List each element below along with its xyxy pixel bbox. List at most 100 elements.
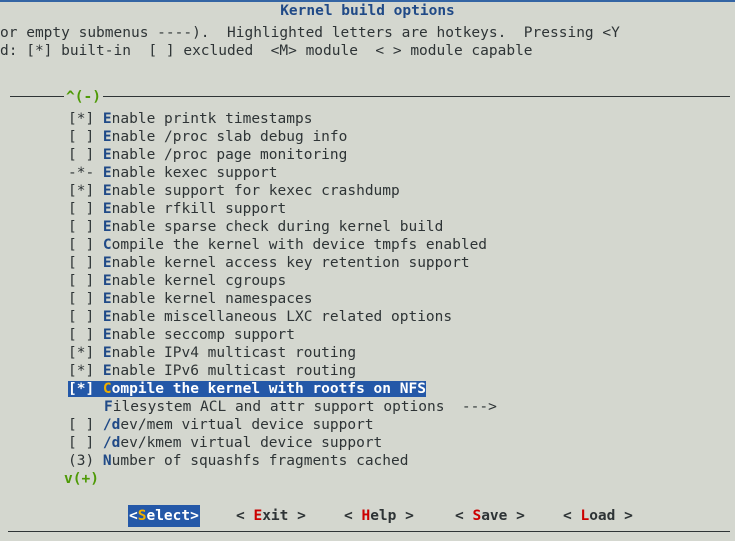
menu-item-marker[interactable]: [ ] (68, 201, 103, 217)
select-button[interactable]: <Select> (128, 505, 200, 527)
help-button[interactable]: < Help > (344, 505, 414, 527)
menu-item-marker[interactable]: -*- (68, 165, 103, 181)
menu-item-content: [ ] Enable miscellaneous LXC related opt… (68, 309, 452, 325)
menu-item-label: ilesystem ACL and attr support options (112, 399, 445, 415)
menu-item-hotkey: E (102, 165, 112, 181)
menu-item-marker[interactable]: [ ] (68, 309, 103, 325)
menu-item-hotkey: E (102, 111, 112, 127)
submenu-arrow-icon: ---> (444, 399, 497, 415)
menu-item[interactable]: [ ] Compile the kernel with device tmpfs… (0, 236, 735, 254)
menu-item-content: [ ] Enable /proc slab debug info (68, 129, 347, 145)
menu-item[interactable]: [*] Enable printk timestamps (0, 110, 735, 128)
menu-item-marker[interactable]: [ ] (68, 255, 103, 271)
menu-item[interactable]: [ ] Enable rfkill support (0, 200, 735, 218)
menu-item[interactable]: [*] Enable IPv6 multicast routing (0, 362, 735, 380)
menu-item-hotkey: E (102, 201, 112, 217)
menu-item-marker[interactable]: [*] (68, 381, 103, 397)
menu-item[interactable]: [ ] Enable seccomp support (0, 326, 735, 344)
button-close-bracket: > (190, 508, 199, 524)
menu-item-marker[interactable]: [ ] (68, 237, 103, 253)
menu-item-content: [ ] /dev/mem virtual device support (68, 417, 374, 433)
menu-item-hotkey: E (102, 147, 112, 163)
menu-item-hotkey: /d (102, 435, 121, 451)
menu-item-marker[interactable]: [ ] (68, 417, 103, 433)
button-label: elp (370, 508, 397, 524)
menu-item-content: [*] Compile the kernel with rootfs on NF… (68, 381, 426, 397)
button-close-bracket: > (507, 508, 525, 524)
scroll-down-indicator[interactable]: v(+) (64, 470, 99, 488)
menu-item-marker[interactable]: [ ] (68, 219, 103, 235)
menu-item-hotkey: E (102, 129, 112, 145)
menu-item-hotkey: E (102, 327, 112, 343)
menu-item-content: [ ] Enable kernel namespaces (68, 291, 312, 307)
menu-item[interactable]: [ ] Enable kernel access key retention s… (0, 254, 735, 272)
menu-item[interactable]: [*] Enable IPv4 multicast routing (0, 344, 735, 362)
menu-item-marker[interactable]: [ ] (68, 291, 103, 307)
button-label: xit (262, 508, 289, 524)
menu-item[interactable]: [*] Compile the kernel with rootfs on NF… (0, 380, 735, 398)
menu-item-marker[interactable]: [ ] (68, 435, 103, 451)
page-title: Kernel build options (280, 3, 455, 19)
menu-item-content: [*] Enable support for kexec crashdump (68, 183, 400, 199)
menu-item[interactable]: Filesystem ACL and attr support options … (0, 398, 735, 416)
menu-item-marker[interactable]: (3) (68, 453, 103, 469)
menu-item[interactable]: [ ] Enable kernel namespaces (0, 290, 735, 308)
menu-frame-top-border (10, 96, 730, 97)
menu-item[interactable]: [ ] Enable miscellaneous LXC related opt… (0, 308, 735, 326)
menu-item[interactable]: [ ] /dev/mem virtual device support (0, 416, 735, 434)
menu-item-marker[interactable]: [*] (68, 111, 103, 127)
menu-item-hotkey: E (102, 291, 112, 307)
button-label: oad (589, 508, 616, 524)
menu-item[interactable]: [ ] Enable /proc page monitoring (0, 146, 735, 164)
legend-text-line: rch. Legend: [*] built-in [ ] excluded <… (0, 43, 533, 59)
menu-item-marker[interactable]: [ ] (68, 147, 103, 163)
menu-item-hotkey: E (102, 219, 112, 235)
menu-item-label: ompile the kernel with rootfs on NFS (111, 381, 426, 397)
menu-item-content: [ ] Enable rfkill support (68, 201, 286, 217)
save-button[interactable]: < Save > (455, 505, 525, 527)
menu-item[interactable]: [ ] Enable /proc slab debug info (0, 128, 735, 146)
menu-item[interactable]: [*] Enable support for kexec crashdump (0, 182, 735, 200)
menu-item-label: nable sparse check during kernel build (111, 219, 444, 235)
menu-item-hotkey: N (102, 453, 112, 469)
menu-item-content: [*] Enable IPv4 multicast routing (68, 345, 356, 361)
menu-item-label: nable seccomp support (111, 327, 295, 343)
button-label: elect (146, 508, 191, 524)
menu-item-content: [ ] Enable seccomp support (68, 327, 295, 343)
menu-item-marker[interactable]: [*] (68, 345, 103, 361)
menu-item-marker[interactable]: [ ] (68, 327, 103, 343)
button-hotkey: H (361, 508, 371, 524)
button-label: ave (481, 508, 508, 524)
exit-button[interactable]: < Exit > (236, 505, 306, 527)
menu-item-content: [ ] Enable kernel access key retention s… (68, 255, 470, 271)
window-bottom-border (8, 531, 730, 532)
menu-item-hotkey: E (102, 309, 112, 325)
menu-item[interactable]: -*- Enable kexec support (0, 164, 735, 182)
button-hotkey: S (472, 508, 482, 524)
menu-item-content: [ ] Compile the kernel with device tmpfs… (68, 237, 487, 253)
menu-item[interactable]: [ ] Enable kernel cgroups (0, 272, 735, 290)
menu-item-marker[interactable]: [*] (68, 183, 103, 199)
scroll-up-indicator[interactable]: ^(-) (64, 88, 103, 106)
menu-item-content: -*- Enable kexec support (68, 165, 278, 181)
menu-item-label: nable rfkill support (111, 201, 287, 217)
menu-item-label: nable kexec support (111, 165, 278, 181)
load-button[interactable]: < Load > (563, 505, 633, 527)
button-close-bracket: > (288, 508, 306, 524)
menu-item-content: [*] Enable IPv6 multicast routing (68, 363, 356, 379)
menu-item[interactable]: [ ] /dev/kmem virtual device support (0, 434, 735, 452)
menu-item-marker[interactable]: [ ] (68, 273, 103, 289)
menu-item-label: nable support for kexec crashdump (111, 183, 400, 199)
menu-item-marker[interactable]: [*] (68, 363, 103, 379)
menu-item-hotkey: C (102, 381, 112, 397)
menu-item-hotkey: E (102, 183, 112, 199)
menu-item[interactable]: [ ] Enable sparse check during kernel bu… (0, 218, 735, 236)
menu-item-label: umber of squashfs fragments cached (111, 453, 409, 469)
menu-item-content: [ ] Enable kernel cgroups (68, 273, 286, 289)
menu-item-hotkey: E (102, 363, 112, 379)
menu-item-marker[interactable]: [ ] (68, 129, 103, 145)
menu-item-label: nable printk timestamps (111, 111, 313, 127)
menu-item-content: [ ] Enable /proc page monitoring (68, 147, 347, 163)
menu-item[interactable]: (3) Number of squashfs fragments cached (0, 452, 735, 470)
menu-frame: ^(-) [*] Enable printk timestamps [ ] Ena… (0, 88, 735, 488)
